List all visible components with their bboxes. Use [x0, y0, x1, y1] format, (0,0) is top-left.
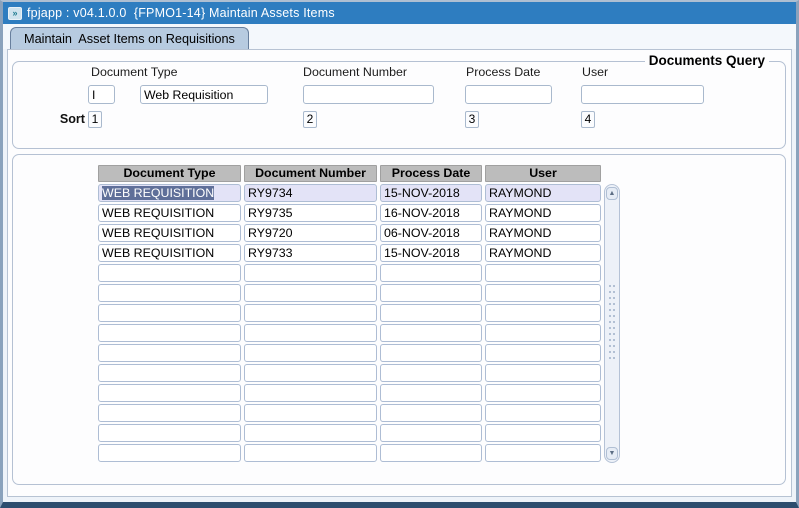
table-cell[interactable]: RAYMOND	[485, 244, 601, 262]
sort-document-type[interactable]: 1	[88, 111, 102, 128]
document-type-label: Document Type	[91, 65, 178, 79]
table-cell[interactable]	[485, 264, 601, 282]
table-cell[interactable]	[485, 444, 601, 462]
process-date-label: Process Date	[466, 65, 541, 79]
window: » fpjapp : v04.1.0.0 {FPMO1-14} Maintain…	[0, 0, 799, 508]
document-number-input[interactable]	[303, 85, 434, 104]
column-header-user: User	[485, 165, 601, 182]
table-cell[interactable]	[98, 284, 241, 302]
table-cell[interactable]: RY9734	[244, 184, 377, 202]
scroll-down-icon[interactable]: ▼	[606, 447, 618, 460]
scroll-up-icon[interactable]: ▲	[606, 187, 618, 200]
table-cell[interactable]	[98, 404, 241, 422]
document-type-code-input[interactable]	[88, 85, 115, 104]
sort-label: Sort	[59, 112, 85, 126]
user-input[interactable]	[581, 85, 704, 104]
tab-maintain-asset-items[interactable]: Maintain Asset Items on Requisitions	[10, 27, 249, 49]
table-cell[interactable]: 16-NOV-2018	[380, 204, 482, 222]
table-cell[interactable]	[98, 264, 241, 282]
table-cell[interactable]	[380, 404, 482, 422]
table-cell[interactable]: RY9733	[244, 244, 377, 262]
table-cell[interactable]	[380, 264, 482, 282]
table-cell[interactable]: 06-NOV-2018	[380, 224, 482, 242]
user-label: User	[582, 65, 609, 79]
process-date-input[interactable]	[465, 85, 552, 104]
table-cell[interactable]	[485, 304, 601, 322]
table-cell[interactable]: RAYMOND	[485, 204, 601, 222]
table-cell[interactable]	[98, 364, 241, 382]
table-cell[interactable]: WEB REQUISITION	[98, 184, 241, 202]
title-bar: » fpjapp : v04.1.0.0 {FPMO1-14} Maintain…	[3, 2, 796, 24]
table-cell[interactable]	[380, 384, 482, 402]
tab-label: Maintain Asset Items on Requisitions	[24, 31, 235, 46]
table-cell[interactable]	[244, 404, 377, 422]
sort-process-date[interactable]: 3	[465, 111, 479, 128]
table-cell[interactable]	[244, 324, 377, 342]
document-number-label: Document Number	[303, 65, 407, 79]
table-cell[interactable]	[98, 324, 241, 342]
window-title: fpjapp : v04.1.0.0 {FPMO1-14} Maintain A…	[27, 6, 335, 20]
table-cell[interactable]	[380, 344, 482, 362]
column-header-document-number: Document Number	[244, 165, 377, 182]
table-cell[interactable]	[485, 284, 601, 302]
table-cell[interactable]	[244, 344, 377, 362]
table-cell[interactable]: 15-NOV-2018	[380, 244, 482, 262]
table-cell[interactable]	[485, 344, 601, 362]
table-cell[interactable]	[244, 304, 377, 322]
table-cell[interactable]	[244, 444, 377, 462]
vertical-scrollbar[interactable]: ▲ ▼	[604, 184, 620, 463]
table-cell[interactable]	[380, 284, 482, 302]
documents-query-title: Documents Query	[644, 53, 769, 68]
table-cell[interactable]	[485, 424, 601, 442]
table-cell[interactable]	[98, 384, 241, 402]
sort-user[interactable]: 4	[581, 111, 595, 128]
table-cell[interactable]	[244, 424, 377, 442]
table-cell[interactable]: 15-NOV-2018	[380, 184, 482, 202]
table-cell[interactable]	[98, 424, 241, 442]
table-cell[interactable]: WEB REQUISITION	[98, 224, 241, 242]
table-cell[interactable]: RY9720	[244, 224, 377, 242]
sort-document-number[interactable]: 2	[303, 111, 317, 128]
scrollbar-grip[interactable]	[608, 283, 616, 363]
table-cell[interactable]	[98, 444, 241, 462]
tab-bar: Maintain Asset Items on Requisitions	[3, 24, 796, 49]
table-cell[interactable]	[380, 324, 482, 342]
table-cell[interactable]	[98, 304, 241, 322]
table-cell[interactable]	[244, 384, 377, 402]
table-cell[interactable]	[485, 364, 601, 382]
table-cell[interactable]	[98, 344, 241, 362]
table-cell[interactable]: RAYMOND	[485, 224, 601, 242]
table-cell[interactable]	[380, 364, 482, 382]
table-cell[interactable]	[244, 364, 377, 382]
table-cell[interactable]	[485, 404, 601, 422]
column-header-process-date: Process Date	[380, 165, 482, 182]
table-cell[interactable]	[244, 264, 377, 282]
document-type-input[interactable]	[140, 85, 268, 104]
table-cell[interactable]: WEB REQUISITION	[98, 204, 241, 222]
selected-text: WEB REQUISITION	[102, 186, 215, 200]
table-cell[interactable]: WEB REQUISITION	[98, 244, 241, 262]
table-cell[interactable]	[244, 284, 377, 302]
table-cell[interactable]	[380, 444, 482, 462]
column-header-document-type: Document Type	[98, 165, 241, 182]
table-cell[interactable]: RY9735	[244, 204, 377, 222]
table-cell[interactable]: RAYMOND	[485, 184, 601, 202]
app-icon: »	[8, 6, 22, 20]
table-cell[interactable]	[380, 304, 482, 322]
table-cell[interactable]	[380, 424, 482, 442]
table-cell[interactable]	[485, 324, 601, 342]
table-cell[interactable]	[485, 384, 601, 402]
